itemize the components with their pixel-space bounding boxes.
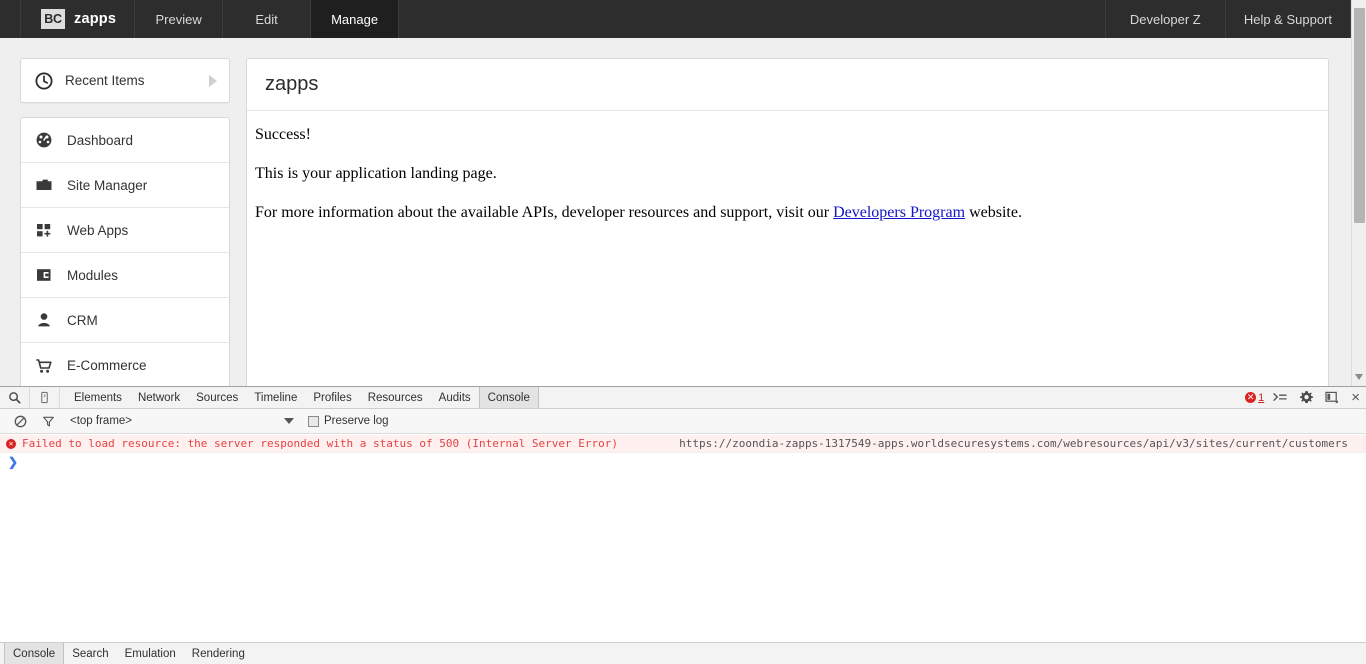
tab-sources[interactable]: Sources <box>188 387 246 408</box>
drawer-tab-console[interactable]: Console <box>4 643 65 664</box>
tab-audits[interactable]: Audits <box>431 387 479 408</box>
content-body: Success! This is your application landin… <box>247 111 1328 223</box>
preserve-log-checkbox[interactable]: Preserve log <box>308 415 389 427</box>
more-info-text-pre: For more information about the available… <box>255 204 834 221</box>
more-info-text-post: website. <box>965 204 1022 221</box>
more-info-paragraph: For more information about the available… <box>255 203 1310 223</box>
error-count-badge[interactable]: ✕ 1 <box>1245 392 1264 404</box>
clear-console-icon[interactable] <box>6 415 34 428</box>
devtools-toolbar-right: ✕ 1 × <box>1245 389 1366 406</box>
console-drawer-icon[interactable] <box>1273 391 1288 404</box>
main-content-panel: zapps Success! This is your application … <box>246 58 1329 386</box>
sidebar-item-site-manager[interactable]: Site Manager <box>21 163 229 208</box>
tab-console[interactable]: Console <box>478 387 539 408</box>
execution-context-selector[interactable]: <top frame> <box>70 415 280 427</box>
devtools-drawer-tabs: Console Search Emulation Rendering <box>0 642 1366 664</box>
nav-tab-help-support[interactable]: Help & Support <box>1224 0 1351 38</box>
devtools-toolbar: Elements Network Sources Timeline Profil… <box>0 387 1366 409</box>
console-error-message: Failed to load resource: the server resp… <box>22 437 619 450</box>
nav-tab-edit[interactable]: Edit <box>223 0 312 38</box>
sidebar-recent-items-label: Recent Items <box>65 73 145 88</box>
page-title: zapps <box>265 73 319 95</box>
nav-tab-developer-z[interactable]: Developer Z <box>1104 0 1225 38</box>
scrollbar-thumb[interactable] <box>1354 8 1365 223</box>
console-error-source-url[interactable]: https://zoondia-zapps-1317549-apps.world… <box>679 437 1348 450</box>
drawer-tab-search[interactable]: Search <box>64 643 116 664</box>
tab-network[interactable]: Network <box>130 387 188 408</box>
sidebar-item-crm[interactable]: CRM <box>21 298 229 343</box>
nav-tab-preview[interactable]: Preview <box>135 0 224 38</box>
page-vertical-scrollbar[interactable] <box>1351 0 1366 386</box>
sidebar-label-web-apps: Web Apps <box>67 222 129 238</box>
sidebar-label-modules: Modules <box>67 267 119 283</box>
shopping-cart-icon <box>35 357 53 375</box>
console-filter-bar: <top frame> Preserve log <box>0 409 1366 434</box>
error-circle-icon: ✕ <box>1245 392 1257 403</box>
drawer-tab-emulation[interactable]: Emulation <box>117 643 184 664</box>
tab-timeline[interactable]: Timeline <box>246 387 305 408</box>
drawer-tab-rendering[interactable]: Rendering <box>184 643 253 664</box>
brand-badge-icon: BC <box>41 9 65 29</box>
sidebar-item-modules[interactable]: Modules <box>21 253 229 298</box>
folder-icon <box>35 176 53 194</box>
error-count-label: 1 <box>1258 391 1265 404</box>
brand-name-label: zapps <box>74 11 117 27</box>
sidebar-item-web-apps[interactable]: Web Apps <box>21 208 229 253</box>
page-body: Recent Items Dashboard Site Manager Web … <box>0 38 1351 386</box>
console-input-prompt[interactable]: ❯ <box>0 453 1366 471</box>
sidebar: Recent Items Dashboard Site Manager Web … <box>20 58 230 386</box>
sidebar-navigation: Dashboard Site Manager Web Apps Modules … <box>20 117 230 386</box>
preserve-log-label: Preserve log <box>324 415 389 427</box>
preserve-log-checkbox-box[interactable] <box>308 415 319 427</box>
tab-profiles[interactable]: Profiles <box>305 387 359 408</box>
nav-left-group: BC zapps Preview Edit Manage <box>0 0 400 38</box>
modules-block-icon <box>35 266 53 284</box>
tab-resources[interactable]: Resources <box>360 387 431 408</box>
sidebar-label-crm: CRM <box>67 312 98 328</box>
scrollbar-down-arrow-icon[interactable] <box>1355 374 1363 380</box>
devtools-tab-list: Elements Network Sources Timeline Profil… <box>66 387 539 408</box>
console-error-row[interactable]: ✕ Failed to load resource: the server re… <box>0 435 1366 453</box>
console-output-area[interactable]: ✕ Failed to load resource: the server re… <box>0 435 1366 643</box>
sidebar-item-e-commerce[interactable]: E-Commerce <box>21 343 229 386</box>
person-icon <box>35 311 53 329</box>
nav-right-group: Developer Z Help & Support <box>1104 0 1351 38</box>
nav-tab-manage[interactable]: Manage <box>311 0 400 38</box>
sidebar-label-e-commerce: E-Commerce <box>67 358 147 373</box>
devtools-panel: Elements Network Sources Timeline Profil… <box>0 386 1366 664</box>
settings-gear-icon[interactable] <box>1299 390 1314 405</box>
landing-page-message: This is your application landing page. <box>255 165 497 182</box>
triangle-right-icon <box>209 74 217 87</box>
clock-icon <box>35 72 53 90</box>
prompt-caret-icon: ❯ <box>8 455 19 469</box>
chevron-down-icon[interactable] <box>284 418 294 424</box>
browser-viewport: BC zapps Preview Edit Manage Developer Z… <box>0 0 1366 386</box>
success-message: Success! <box>255 126 311 143</box>
tab-elements[interactable]: Elements <box>66 387 130 408</box>
sidebar-item-recent-items[interactable]: Recent Items <box>20 58 230 103</box>
filter-funnel-icon[interactable] <box>34 415 62 428</box>
brand-logo[interactable]: BC zapps <box>20 0 136 38</box>
content-header: zapps <box>247 59 1328 111</box>
inspect-element-icon[interactable] <box>0 387 30 408</box>
sidebar-label-dashboard: Dashboard <box>67 132 134 148</box>
close-devtools-icon[interactable]: × <box>1351 389 1360 406</box>
sidebar-label-site-manager: Site Manager <box>67 177 148 193</box>
developers-program-link[interactable]: Developers Program <box>833 204 965 221</box>
dock-position-icon[interactable] <box>1325 391 1340 404</box>
device-mode-icon[interactable] <box>30 387 60 408</box>
dashboard-gauge-icon <box>35 131 53 149</box>
grid-plus-icon <box>35 221 53 239</box>
error-circle-icon: ✕ <box>6 438 16 449</box>
sidebar-item-dashboard[interactable]: Dashboard <box>21 118 229 163</box>
top-navigation-bar: BC zapps Preview Edit Manage Developer Z… <box>0 0 1351 38</box>
